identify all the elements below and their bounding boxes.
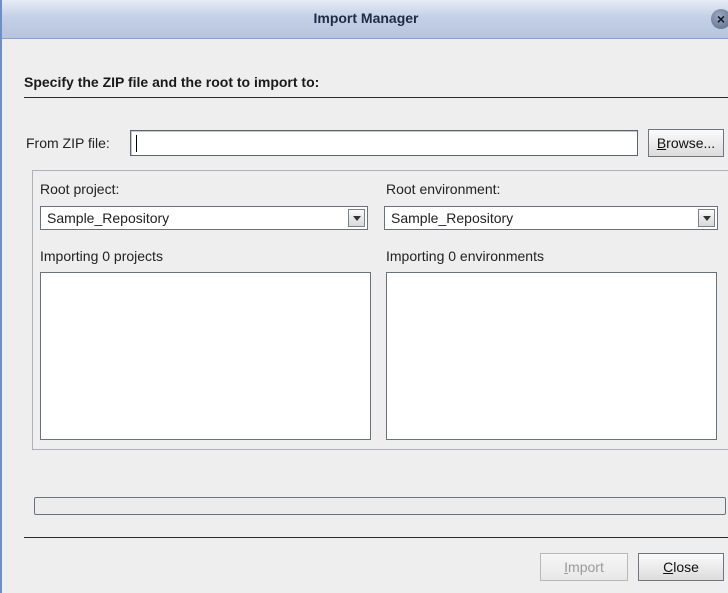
zip-file-input[interactable]	[130, 130, 638, 156]
zip-file-label: From ZIP file:	[26, 135, 110, 151]
chevron-down-icon[interactable]	[698, 209, 715, 227]
environments-list[interactable]	[386, 272, 717, 440]
title-bar[interactable]: Import Manager ×	[2, 0, 728, 39]
root-environment-label: Root environment:	[386, 181, 501, 197]
text-caret	[136, 135, 137, 152]
projects-count-label: Importing 0 projects	[40, 248, 163, 264]
import-progress-bar	[34, 497, 726, 515]
browse-button[interactable]: Browse...	[648, 129, 724, 157]
browse-label: rowse...	[666, 135, 716, 151]
root-environment-select[interactable]: Sample_Repository	[384, 206, 718, 230]
root-environment-value: Sample_Repository	[391, 210, 514, 226]
close-mnemonic: C	[663, 559, 674, 575]
instruction-heading: Specify the ZIP file and the root to imp…	[24, 74, 320, 90]
heading-divider	[24, 97, 728, 98]
root-project-label: Root project:	[40, 181, 120, 197]
footer-divider	[24, 537, 728, 538]
close-label: lose	[673, 559, 699, 575]
import-manager-dialog: Import Manager × Specify the ZIP file an…	[0, 0, 728, 593]
close-icon[interactable]: ×	[711, 9, 728, 29]
close-button[interactable]: Close	[638, 553, 724, 581]
projects-list[interactable]	[40, 272, 371, 440]
import-label: mport	[568, 559, 604, 575]
environments-count-label: Importing 0 environments	[386, 248, 544, 264]
window-title: Import Manager	[313, 10, 419, 26]
import-button[interactable]: Import	[540, 553, 628, 581]
root-project-select[interactable]: Sample_Repository	[40, 206, 368, 230]
chevron-down-icon[interactable]	[348, 209, 365, 227]
root-project-value: Sample_Repository	[47, 210, 170, 226]
browse-mnemonic: B	[656, 135, 667, 151]
